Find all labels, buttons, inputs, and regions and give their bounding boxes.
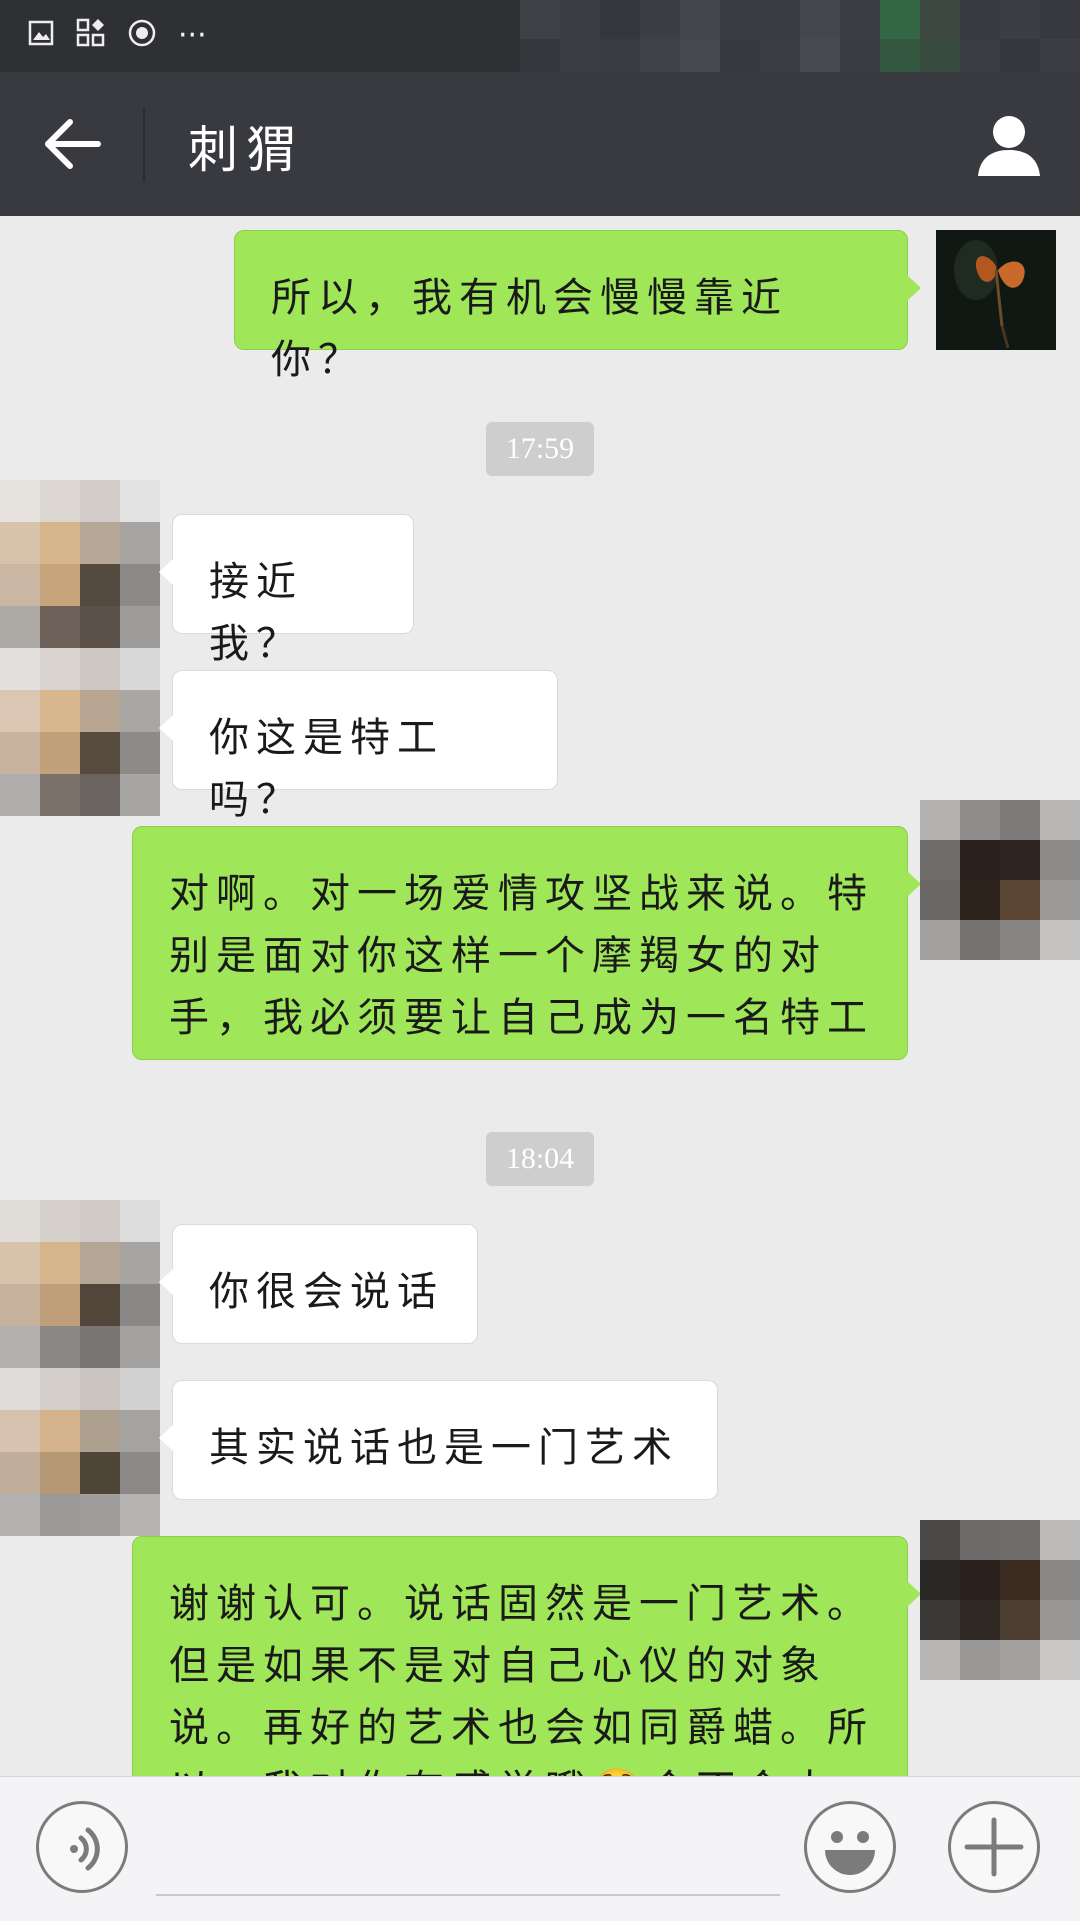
message-list[interactable]: 所以，我有机会慢慢靠近你？ 17:59 接近我？ 你这是特工吗？ 对啊。对一场爱…: [0, 216, 1080, 1776]
emoji-icon: [825, 1831, 875, 1875]
my-avatar[interactable]: [936, 230, 1056, 350]
back-button[interactable]: [40, 112, 110, 176]
message-bubble-received[interactable]: 接近我？: [159, 514, 414, 667]
message-bubble-received[interactable]: 你很会说话: [159, 1224, 478, 1344]
message-input[interactable]: [156, 1894, 780, 1896]
apps-icon: [76, 18, 106, 54]
emoji-button[interactable]: [804, 1801, 896, 1893]
my-avatar-blurred[interactable]: [920, 800, 1080, 960]
contact-avatar[interactable]: [0, 480, 160, 816]
input-bar: [0, 1776, 1080, 1921]
message-bubble-sent[interactable]: 所以，我有机会慢慢靠近你？: [234, 230, 921, 383]
message-bubble-sent[interactable]: 对啊。对一场爱情攻坚战来说。特别是面对你这样一个摩羯女的对手，我必须要让自己成为…: [132, 826, 921, 1060]
message-bubble-received[interactable]: 其实说话也是一门艺术: [159, 1380, 718, 1500]
voice-icon: [70, 1827, 100, 1871]
image-icon: [28, 20, 54, 52]
plus-icon: [964, 1817, 1024, 1877]
person-icon: [978, 116, 1040, 176]
voice-button[interactable]: [36, 1801, 128, 1893]
nav-divider: [143, 108, 145, 182]
arrow-left-icon: [45, 119, 101, 169]
profile-button[interactable]: [974, 110, 1044, 180]
record-icon: [128, 19, 156, 53]
contact-avatar[interactable]: [0, 1200, 160, 1536]
timestamp: 17:59: [486, 422, 594, 476]
chat-title: 刺猬: [188, 121, 304, 179]
more-actions-button[interactable]: [948, 1801, 1040, 1893]
butterfly-avatar-image: [936, 230, 1056, 350]
blurred-status-area: [520, 0, 1080, 78]
message-bubble-received[interactable]: 你这是特工吗？: [159, 670, 558, 823]
my-avatar-blurred[interactable]: [920, 1520, 1080, 1680]
more-icon: ···: [178, 18, 207, 53]
nav-bar: 刺猬: [0, 72, 1080, 216]
timestamp: 18:04: [486, 1132, 594, 1186]
message-bubble-sent[interactable]: 谢谢认可。说话固然是一门艺术。但是如果不是对自己心仪的对象说。再好的艺术也会如同…: [132, 1536, 921, 1776]
